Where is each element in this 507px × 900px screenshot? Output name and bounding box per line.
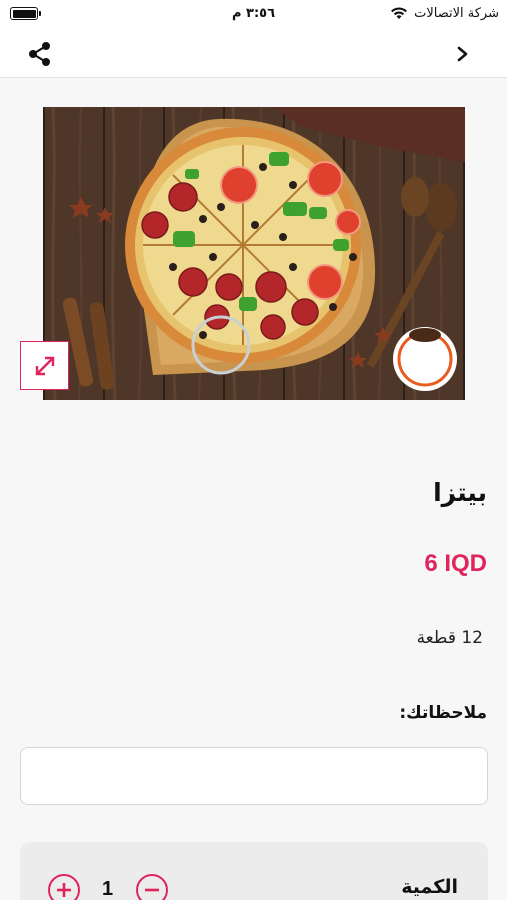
decrease-quantity-button[interactable] [136,874,168,900]
notes-input[interactable] [20,747,488,805]
nav-bar [0,30,507,78]
carrier-name: شركة الاتصالات [414,6,499,21]
chevron-right-icon[interactable] [453,43,473,65]
plus-icon [57,883,71,897]
carrier-group: شركة الاتصالات [390,6,499,21]
product-pieces: 12 قطعة [416,628,483,648]
product-title: بيتزا [433,478,487,507]
product-image [43,107,465,400]
wifi-icon [391,7,408,19]
status-bar: ٣:٥٦ م شركة الاتصالات [0,0,507,30]
notes-label: ملاحظاتك: [399,703,487,723]
logo-badge [393,327,457,391]
pizza-photo [43,107,465,400]
quantity-label: الكمية [401,876,458,898]
quantity-value: 1 [102,878,114,900]
expand-image-button[interactable] [20,341,69,390]
share-icon[interactable] [26,40,54,68]
product-price: 6 IQD [424,550,487,577]
expand-icon [35,356,54,375]
minus-icon [145,888,159,892]
increase-quantity-button[interactable] [48,874,80,900]
quantity-panel: الكمية 1 [20,842,488,900]
